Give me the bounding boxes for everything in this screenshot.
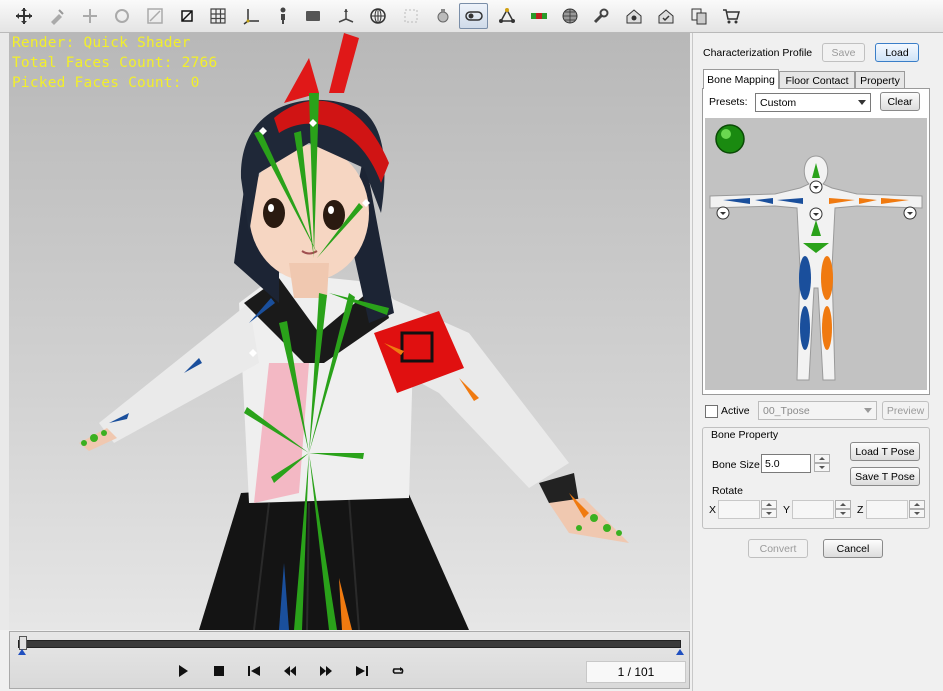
select-move-icon[interactable] xyxy=(9,3,38,29)
wrench-icon[interactable] xyxy=(586,3,615,29)
triangle-nodes-icon[interactable] xyxy=(492,3,521,29)
scale-icon[interactable] xyxy=(140,3,169,29)
timeline-track[interactable] xyxy=(18,640,681,648)
preview-button[interactable]: Preview xyxy=(882,401,929,420)
edit-pick-icon[interactable] xyxy=(42,3,71,29)
rotate-x-label: X xyxy=(709,504,717,516)
characterization-profile-label: Characterization Profile xyxy=(703,47,813,59)
save-tpose-button[interactable]: Save T Pose xyxy=(850,467,920,486)
house-check-icon[interactable] xyxy=(651,3,680,29)
convert-button[interactable]: Convert xyxy=(748,539,808,558)
figure-icon[interactable] xyxy=(268,3,297,29)
rotate-label: Rotate xyxy=(712,485,743,497)
cancel-button[interactable]: Cancel xyxy=(823,539,883,558)
active-checkbox[interactable] xyxy=(705,405,718,418)
bone-mapping-figure[interactable] xyxy=(705,118,927,390)
move-icon[interactable] xyxy=(75,3,104,29)
tab-property[interactable]: Property xyxy=(855,71,905,89)
main-toolbar xyxy=(0,0,943,33)
hud-total-faces: Total Faces Count: 2766 xyxy=(12,55,218,71)
status-indicator-icon xyxy=(715,124,745,154)
bone-size-input[interactable]: 5.0 xyxy=(761,454,811,473)
stop-icon[interactable] xyxy=(208,662,230,680)
presets-label: Presets: xyxy=(709,96,748,108)
skip-start-icon[interactable] xyxy=(243,662,265,680)
globe-icon[interactable] xyxy=(363,3,392,29)
sphere-grid-icon[interactable] xyxy=(555,3,584,29)
plane-icon[interactable] xyxy=(298,3,327,29)
grid-icon[interactable] xyxy=(203,3,232,29)
tpose-select[interactable]: 00_Tpose xyxy=(758,401,877,420)
cart-icon[interactable] xyxy=(716,3,745,29)
house-gear-icon[interactable] xyxy=(619,3,648,29)
rotate-x-spinner[interactable] xyxy=(761,500,777,519)
color-capsule-icon[interactable] xyxy=(524,3,553,29)
tab-bone-mapping[interactable]: Bone Mapping xyxy=(703,69,779,89)
clear-button[interactable]: Clear xyxy=(880,92,920,111)
timeline-panel: 1 / 101 xyxy=(9,631,690,689)
character-model[interactable] xyxy=(9,33,690,630)
3d-viewport[interactable]: Render: Quick Shader Total Faces Count: … xyxy=(0,33,690,630)
start-marker-icon xyxy=(18,649,26,655)
chevron-down-icon xyxy=(864,408,872,413)
rotate-z-spinner[interactable] xyxy=(909,500,925,519)
copy-pages-icon[interactable] xyxy=(684,3,713,29)
rotate-z-input[interactable] xyxy=(866,500,908,519)
bounding-box-icon[interactable] xyxy=(396,3,425,29)
fast-forward-icon[interactable] xyxy=(315,662,337,680)
light-icon[interactable] xyxy=(428,3,457,29)
save-button[interactable]: Save xyxy=(822,43,865,62)
load-button[interactable]: Load xyxy=(875,43,919,62)
active-label: Active xyxy=(721,405,750,417)
chevron-down-icon xyxy=(858,100,866,105)
hud-render-mode: Render: Quick Shader xyxy=(12,35,191,51)
play-icon[interactable] xyxy=(172,662,194,680)
bone-mapping-tab-body: Presets: Custom Clear xyxy=(702,88,930,395)
bone-size-spinner[interactable] xyxy=(814,454,830,473)
rotate-y-label: Y xyxy=(783,504,791,516)
rotate-y-input[interactable] xyxy=(792,500,834,519)
skip-end-icon[interactable] xyxy=(351,662,373,680)
wireframe-toggle-icon[interactable] xyxy=(172,3,201,29)
tab-floor-contact[interactable]: Floor Contact xyxy=(779,71,855,89)
pivot-icon[interactable] xyxy=(331,3,360,29)
bone-size-label: Bone Size xyxy=(712,459,760,471)
axis-icon[interactable] xyxy=(237,3,266,29)
presets-value: Custom xyxy=(760,96,797,109)
rotate-icon[interactable] xyxy=(107,3,136,29)
rotate-z-label: Z xyxy=(857,504,864,516)
bone-property-label: Bone Property xyxy=(711,429,779,441)
tpose-value: 00_Tpose xyxy=(763,404,810,417)
frame-counter: 1 / 101 xyxy=(586,661,686,683)
end-marker-icon xyxy=(676,649,684,655)
rewind-icon[interactable] xyxy=(279,662,301,680)
timeline-thumb[interactable] xyxy=(19,636,27,650)
rotate-x-input[interactable] xyxy=(718,500,760,519)
hud-picked-faces: Picked Faces Count: 0 xyxy=(12,75,200,91)
rotate-y-spinner[interactable] xyxy=(835,500,851,519)
characterization-panel: Characterization Profile Save Load Bone … xyxy=(692,33,943,691)
camera-toggle-icon[interactable] xyxy=(459,3,488,29)
presets-select[interactable]: Custom xyxy=(755,93,871,112)
loop-icon[interactable] xyxy=(387,662,409,680)
load-tpose-button[interactable]: Load T Pose xyxy=(850,442,920,461)
